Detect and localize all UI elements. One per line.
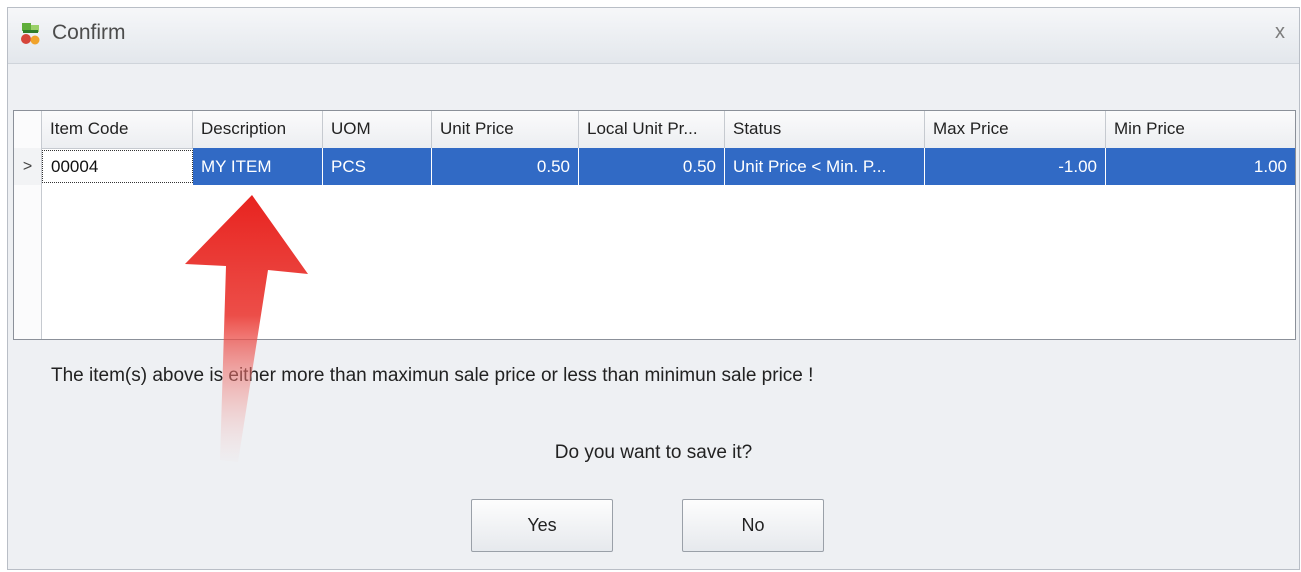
chevron-right-icon: >: [14, 148, 42, 185]
table-row[interactable]: > 00004 MY ITEM PCS 0.50 0.50 Unit Price…: [14, 148, 1295, 185]
warning-message: The item(s) above is either more than ma…: [51, 365, 814, 386]
column-header-description[interactable]: Description: [193, 111, 323, 148]
cell-uom[interactable]: PCS: [323, 148, 432, 185]
header-corner: [14, 111, 42, 148]
grid-header: Item Code Description UOM Unit Price Loc…: [14, 111, 1295, 149]
column-header-item-code[interactable]: Item Code: [42, 111, 193, 148]
column-header-local-unit-price[interactable]: Local Unit Pr...: [579, 111, 725, 148]
dialog-title: Confirm: [52, 21, 126, 44]
close-icon[interactable]: x: [1275, 21, 1285, 44]
cell-min-price[interactable]: 1.00: [1106, 148, 1295, 185]
confirm-question: Do you want to save it?: [554, 442, 753, 463]
column-header-unit-price[interactable]: Unit Price: [432, 111, 579, 148]
cell-item-code[interactable]: 00004: [42, 150, 193, 183]
cell-local-unit-price[interactable]: 0.50: [579, 148, 725, 185]
no-button[interactable]: No: [682, 499, 824, 552]
app-icon: [21, 23, 40, 45]
column-header-status[interactable]: Status: [725, 111, 925, 148]
column-header-min-price[interactable]: Min Price: [1106, 111, 1295, 148]
title-bar: Confirm x: [8, 8, 1299, 64]
cell-max-price[interactable]: -1.00: [925, 148, 1106, 185]
confirm-dialog: Confirm x Item Code Description UOM Unit…: [7, 7, 1300, 570]
column-header-max-price[interactable]: Max Price: [925, 111, 1106, 148]
items-grid[interactable]: Item Code Description UOM Unit Price Loc…: [13, 110, 1296, 340]
yes-button[interactable]: Yes: [471, 499, 613, 552]
cell-description[interactable]: MY ITEM: [193, 148, 323, 185]
toolbar-strip: [9, 64, 1298, 110]
cell-unit-price[interactable]: 0.50: [432, 148, 579, 185]
column-header-uom[interactable]: UOM: [323, 111, 432, 148]
cell-status[interactable]: Unit Price < Min. P...: [725, 148, 925, 185]
